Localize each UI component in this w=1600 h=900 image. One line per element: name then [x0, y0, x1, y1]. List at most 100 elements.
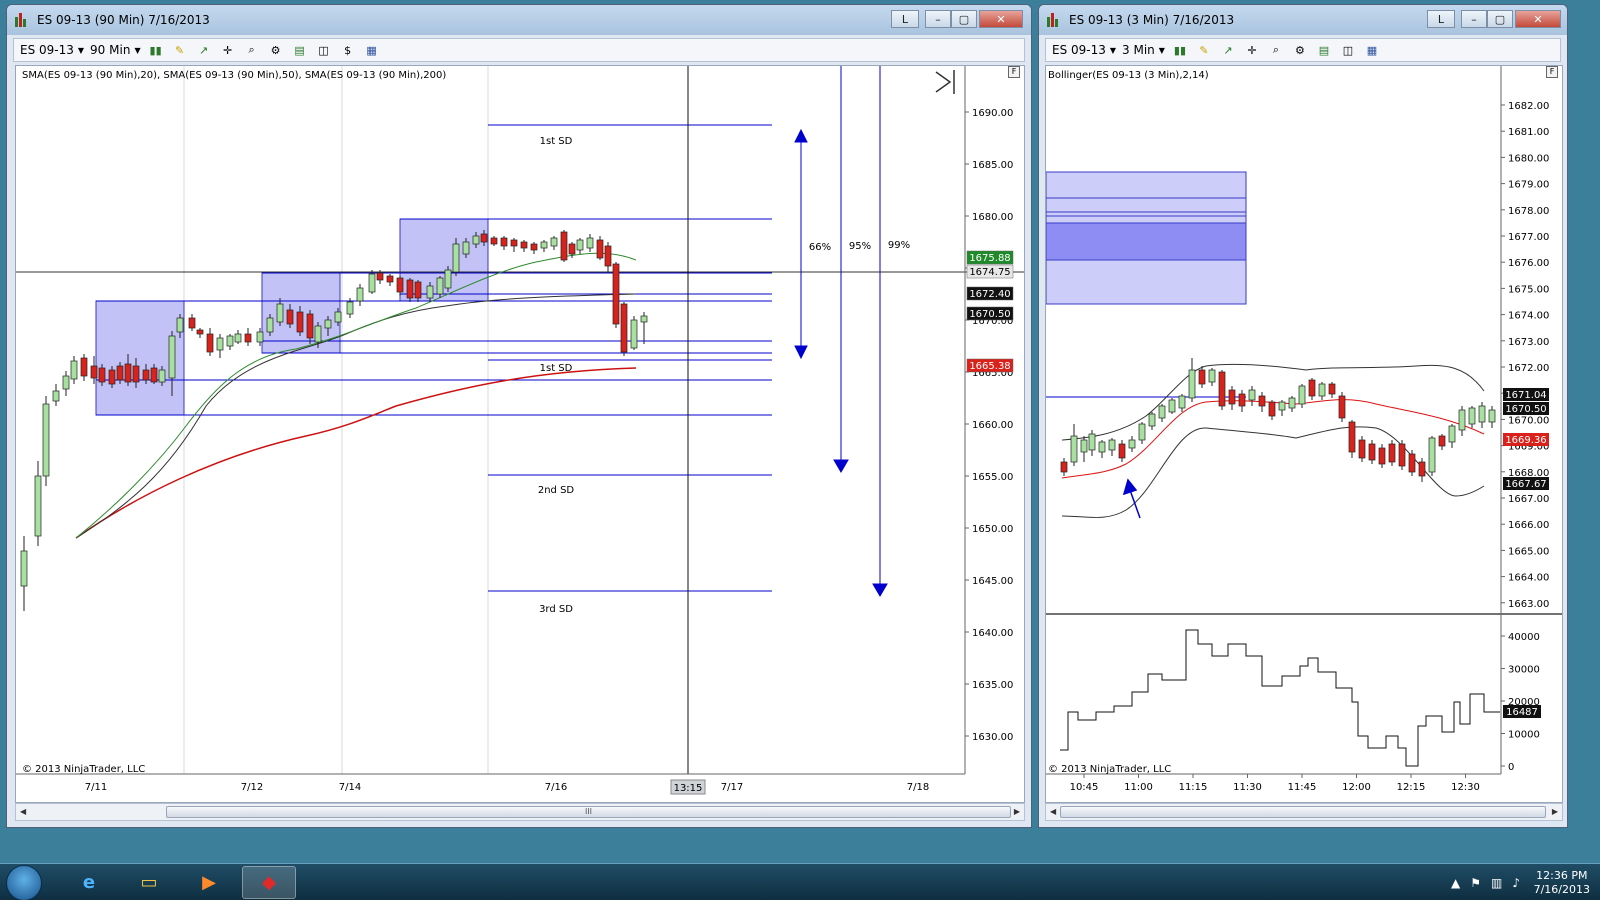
time-tick-label: 11:45 [1288, 782, 1317, 793]
title-bar[interactable]: ES 09-13 (90 Min) 7/16/2013 [7, 5, 1031, 35]
time-tick-label: 12:15 [1397, 782, 1426, 793]
chevron-down-icon: ▼ [1109, 45, 1117, 55]
annotation-arrow [1122, 478, 1141, 519]
close-button[interactable]: ✕ [1515, 10, 1561, 28]
candle-body [520, 241, 528, 249]
strategies-icon[interactable]: ◫ [1339, 42, 1357, 58]
clock[interactable]: 12:36 PM 7/16/2013 [1534, 869, 1590, 897]
show-hidden-icons[interactable]: ▲ [1451, 876, 1460, 890]
horizontal-scrollbar[interactable]: ◀ III ▶ [15, 803, 1025, 821]
data-box-icon[interactable]: ▦ [1363, 42, 1381, 58]
price-chart[interactable]: 1st SD 1st SD 2nd SD 3rd SD 66% 95% 99% … [16, 66, 1024, 802]
volume-icon[interactable]: ♪ [1512, 876, 1520, 890]
scroll-right-icon[interactable]: ▶ [1552, 807, 1558, 816]
candle-body [550, 237, 558, 247]
candle-body [356, 287, 364, 302]
strategies-icon[interactable]: ◫ [315, 42, 333, 58]
svg-text:7/11: 7/11 [85, 782, 107, 793]
candle-body [296, 311, 304, 333]
properties-icon[interactable]: ⚙ [267, 42, 285, 58]
draw-arrow-icon[interactable]: ↗ [1219, 42, 1237, 58]
price-chart[interactable]: 1682.00 1681.00 1680.00 1679.00 1678.00 1677.… [1046, 66, 1562, 802]
maximize-button[interactable]: ▢ [951, 10, 977, 28]
chart-window-3min[interactable]: ES 09-13 (3 Min) 7/16/2013 L – ▢ ✕ ES 09… [1038, 4, 1568, 828]
candle-body [90, 365, 98, 379]
price-tick-label: 1675.00 [1508, 284, 1549, 295]
candle-body [334, 311, 342, 323]
candle-body [196, 329, 204, 335]
candle-body [1228, 389, 1236, 405]
price-tag-label: 1667.67 [1505, 479, 1546, 490]
scroll-left-icon[interactable]: ◀ [20, 807, 26, 816]
price-panel[interactable]: 1682.00 1681.00 1680.00 1679.00 1678.00 1677.… [1045, 65, 1563, 803]
instrument-selector[interactable]: ES 09-13 ▼ [20, 43, 84, 57]
candle-body [1268, 401, 1276, 417]
candle-body [1148, 413, 1156, 427]
price-tick-label: 1681.00 [1508, 127, 1549, 138]
minimize-button[interactable]: – [925, 10, 951, 28]
chart-window-90min[interactable]: ES 09-13 (90 Min) 7/16/2013 L – ▢ ✕ ES 0… [6, 4, 1032, 828]
indicators-icon[interactable]: ▤ [1315, 42, 1333, 58]
candle-body [1318, 383, 1326, 397]
drawing-tool-icon[interactable]: ✎ [171, 42, 189, 58]
draw-arrow-icon[interactable]: ↗ [195, 42, 213, 58]
link-button[interactable]: L [1427, 10, 1455, 28]
chart-style-icon[interactable]: ▮▮ [147, 42, 165, 58]
ninjatrader-taskbar-icon[interactable]: ◆ [242, 866, 296, 899]
file-explorer-icon[interactable]: ▭ [122, 866, 176, 899]
period-selector[interactable]: 90 Min ▼ [90, 43, 141, 57]
network-icon[interactable]: ▥ [1491, 876, 1502, 890]
close-button[interactable]: ✕ [979, 10, 1023, 28]
scroll-right-icon[interactable]: ▶ [1014, 807, 1020, 816]
scroll-thumb[interactable]: III [166, 806, 1011, 818]
instrument-selector[interactable]: ES 09-13 ▼ [1052, 43, 1116, 57]
svg-text:7/17: 7/17 [721, 782, 743, 793]
candle-body [168, 335, 176, 379]
candle-body [52, 390, 60, 402]
drawing-tool-icon[interactable]: ✎ [1195, 42, 1213, 58]
f-button[interactable]: F [1546, 66, 1558, 78]
minimize-button[interactable]: – [1461, 10, 1487, 28]
period-selector[interactable]: 3 Min ▼ [1122, 43, 1165, 57]
maximize-button[interactable]: ▢ [1487, 10, 1513, 28]
candle-body [1478, 405, 1486, 423]
zoom-icon[interactable]: ⌕ [1267, 42, 1285, 58]
candle-body [42, 403, 50, 477]
scroll-thumb[interactable] [1060, 806, 1546, 818]
start-button[interactable] [6, 865, 42, 900]
money-icon[interactable]: $ [339, 42, 357, 58]
flag-icon[interactable]: ⚑ [1470, 876, 1481, 890]
zoom-icon[interactable]: ⌕ [243, 42, 261, 58]
candle-body [530, 243, 538, 251]
link-button[interactable]: L [891, 10, 919, 28]
candle-body [1368, 443, 1376, 461]
f-button[interactable]: F [1008, 66, 1020, 78]
data-box-icon[interactable]: ▦ [363, 42, 381, 58]
chart-style-icon[interactable]: ▮▮ [1171, 42, 1189, 58]
properties-icon[interactable]: ⚙ [1291, 42, 1309, 58]
time-tick-label: 10:45 [1070, 782, 1099, 793]
candle-body [1168, 399, 1176, 413]
probability-arrows [794, 66, 888, 597]
candle-body [560, 231, 568, 261]
crosshair-icon[interactable]: ✛ [219, 42, 237, 58]
price-tags: 1675.88 1674.75 1672.40 1670.50 1665.38 [966, 250, 1014, 373]
horizontal-scrollbar[interactable]: ◀ ▶ [1045, 803, 1563, 821]
price-tick-label: 1673.00 [1508, 337, 1549, 348]
candle-body [324, 319, 332, 329]
internet-explorer-icon[interactable]: e [62, 866, 116, 899]
scroll-left-icon[interactable]: ◀ [1050, 807, 1056, 816]
media-player-icon[interactable]: ▶ [182, 866, 236, 899]
candle-body [188, 317, 196, 329]
price-tag-label: 1675.88 [969, 253, 1010, 264]
crosshair-icon[interactable]: ✛ [1243, 42, 1261, 58]
candle-body [462, 241, 470, 255]
svg-text:7/16: 7/16 [545, 782, 567, 793]
volume-tick-label: 40000 [1508, 632, 1540, 643]
indicators-icon[interactable]: ▤ [291, 42, 309, 58]
candle-body [472, 235, 480, 245]
price-panel[interactable]: 1st SD 1st SD 2nd SD 3rd SD 66% 95% 99% … [15, 65, 1025, 803]
skip-to-end-icon[interactable] [935, 70, 955, 94]
candle-body [620, 303, 628, 353]
candle-body [1108, 439, 1116, 451]
